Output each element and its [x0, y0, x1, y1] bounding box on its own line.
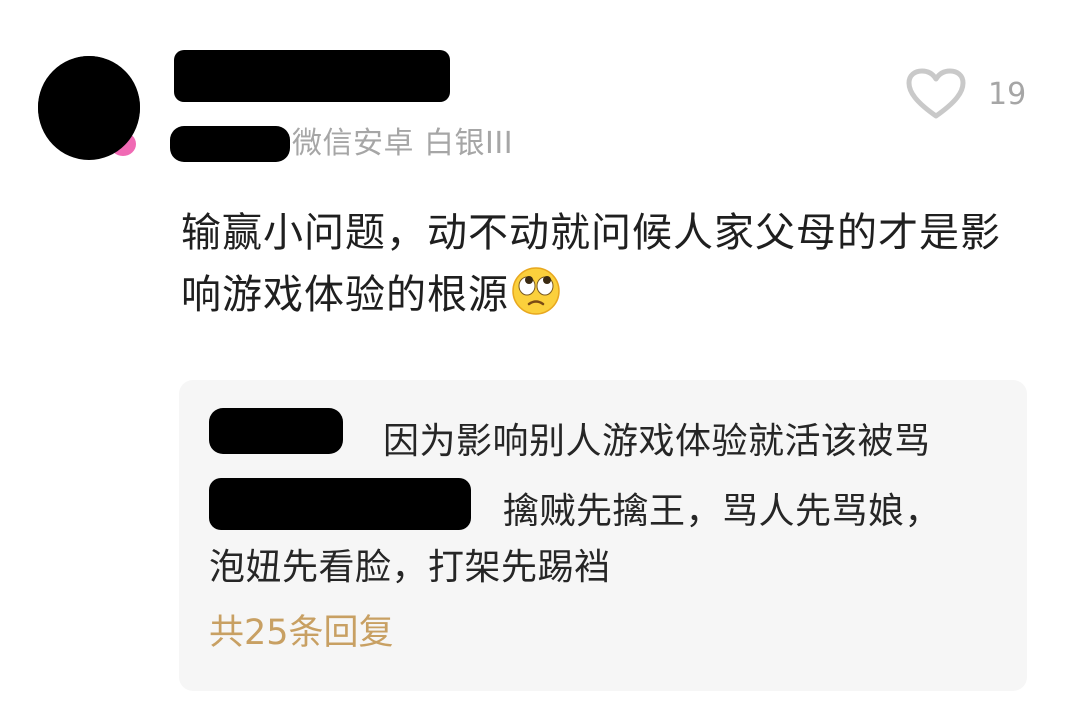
eye-roll-emoji-icon [511, 266, 561, 334]
comment-body[interactable]: 输赢小问题，动不动就问候人家父母的才是影响游戏体验的根源 [181, 202, 1031, 334]
avatar-redaction-overlay [38, 56, 140, 160]
reply-text-2-line-1[interactable]: 擒贼先擒王，骂人先骂娘， [503, 482, 941, 534]
heart-icon[interactable] [906, 68, 966, 120]
like-count: 19 [988, 76, 1027, 112]
reply-author-redaction-1[interactable] [209, 408, 343, 454]
user-meta: 微信安卓 白银III [292, 126, 514, 161]
comment-screen: 微信安卓 白银III 19 输赢小问题，动不动就问候人家父母的才是影响游戏体验的… [0, 0, 1070, 712]
view-all-replies-link[interactable]: 共25条回复 [209, 604, 394, 655]
reply-text-2-line-2[interactable]: 泡妞先看脸，打架先踢裆 [209, 538, 611, 590]
reply-text-1[interactable]: 因为影响别人游戏体验就活该被骂 [383, 412, 931, 464]
reply-author-redaction-2[interactable] [209, 478, 471, 530]
comment-text: 输赢小问题，动不动就问候人家父母的才是影响游戏体验的根源 [181, 210, 1001, 318]
like-control[interactable]: 19 [906, 68, 1026, 120]
replies-panel: 因为影响别人游戏体验就活该被骂 擒贼先擒王，骂人先骂娘， 泡妞先看脸，打架先踢裆… [179, 380, 1027, 691]
username-redaction[interactable] [174, 50, 450, 102]
location-redaction [170, 126, 290, 162]
